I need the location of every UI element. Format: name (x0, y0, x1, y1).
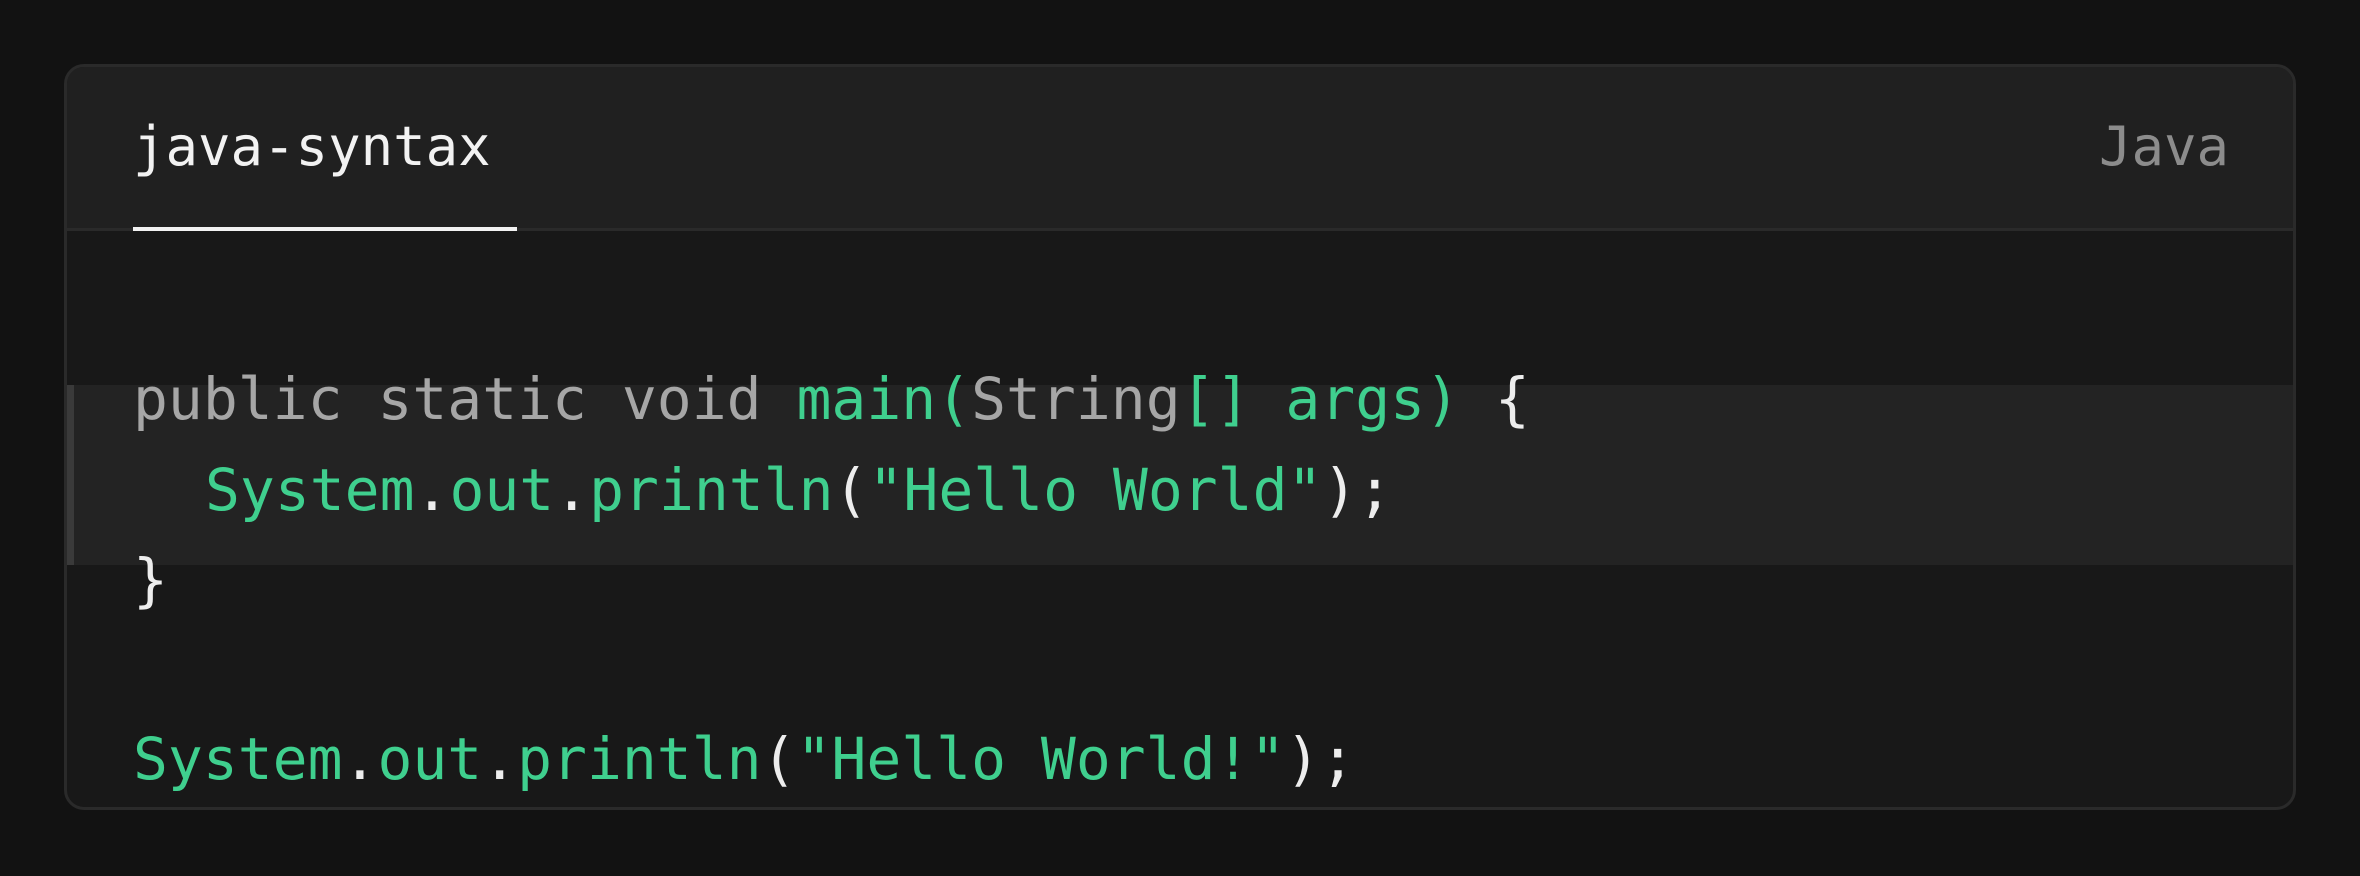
type-string: String (971, 365, 1181, 433)
method-println: println (517, 725, 762, 793)
code-line-4: System.out.println("Hello World!"); (67, 714, 2293, 804)
keyword-void: void (621, 365, 762, 433)
language-label: Java (2098, 115, 2229, 178)
method-println: println (589, 456, 834, 524)
open-paren: ( (833, 456, 869, 524)
string-literal: "Hello World" (868, 456, 1323, 524)
dot: . (482, 725, 518, 793)
dot: . (342, 725, 378, 793)
close-paren: ); (1285, 725, 1356, 793)
code-block-header: java-syntax Java (67, 67, 2293, 231)
dot: . (554, 456, 590, 524)
class-system: System (133, 725, 343, 793)
class-system: System (205, 456, 415, 524)
code-line-3: } (67, 535, 2293, 625)
field-out: out (377, 725, 483, 793)
string-literal: "Hello World!" (796, 725, 1286, 793)
code-line-2: System.out.println("Hello World"); (67, 445, 2293, 535)
array-brackets: [] (1180, 365, 1251, 433)
method-name: main( (796, 365, 972, 433)
code-block: java-syntax Java public static void main… (64, 64, 2296, 810)
code-line-1: public static void main(String[] args) { (67, 354, 2293, 444)
keyword-public: public (133, 365, 343, 433)
open-brace: { (1494, 365, 1530, 433)
close-brace: } (133, 546, 168, 614)
param-args: args) (1285, 365, 1460, 433)
active-tab-indicator (133, 227, 517, 231)
close-paren: ); (1322, 456, 1393, 524)
dot: . (414, 456, 450, 524)
tab-java-syntax[interactable]: java-syntax (133, 67, 517, 231)
field-out: out (449, 456, 555, 524)
open-paren: ( (761, 725, 797, 793)
tab-label: java-syntax (133, 115, 491, 178)
keyword-static: static (377, 365, 587, 433)
